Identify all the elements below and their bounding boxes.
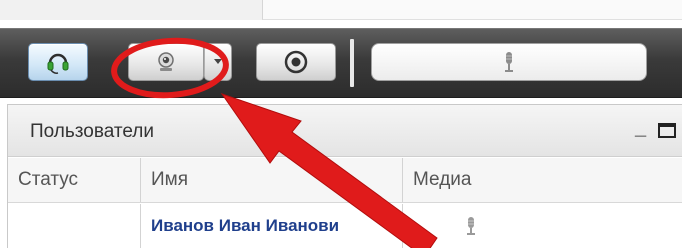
headset-icon bbox=[47, 53, 69, 74]
panel-title: Пользователи bbox=[30, 121, 155, 142]
minimize-button[interactable]: _ bbox=[635, 117, 646, 140]
headset-button[interactable] bbox=[28, 43, 88, 81]
webcam-dropdown-button[interactable] bbox=[204, 43, 232, 81]
table-row[interactable]: Иванов Иван Иванови bbox=[8, 204, 682, 248]
top-strip-right bbox=[262, 0, 682, 20]
column-header-status[interactable]: Статус bbox=[8, 158, 141, 202]
webcam-button[interactable] bbox=[128, 43, 204, 81]
record-button[interactable] bbox=[256, 43, 336, 81]
top-strip bbox=[0, 0, 682, 28]
status-cell bbox=[8, 204, 141, 248]
mic-level-bar[interactable] bbox=[371, 43, 647, 81]
toolbar-separator bbox=[350, 39, 354, 87]
users-panel: Пользователи _ Статус Имя Медиа Иванов И… bbox=[7, 104, 682, 248]
column-header-media[interactable]: Медиа bbox=[403, 158, 682, 202]
microphone-icon bbox=[505, 52, 513, 72]
top-strip-left bbox=[0, 0, 262, 20]
user-name-link[interactable]: Иванов Иван Иванови bbox=[141, 204, 403, 248]
users-grid-header: Статус Имя Медиа bbox=[8, 158, 682, 203]
record-icon bbox=[284, 50, 308, 74]
chevron-down-icon bbox=[214, 59, 222, 64]
webcam-icon bbox=[158, 52, 174, 71]
media-cell bbox=[403, 204, 682, 248]
panel-header: Пользователи _ bbox=[8, 105, 682, 157]
maximize-icon[interactable] bbox=[658, 123, 676, 138]
microphone-icon bbox=[467, 217, 475, 235]
column-header-name[interactable]: Имя bbox=[141, 158, 403, 202]
media-toolbar bbox=[0, 28, 682, 98]
